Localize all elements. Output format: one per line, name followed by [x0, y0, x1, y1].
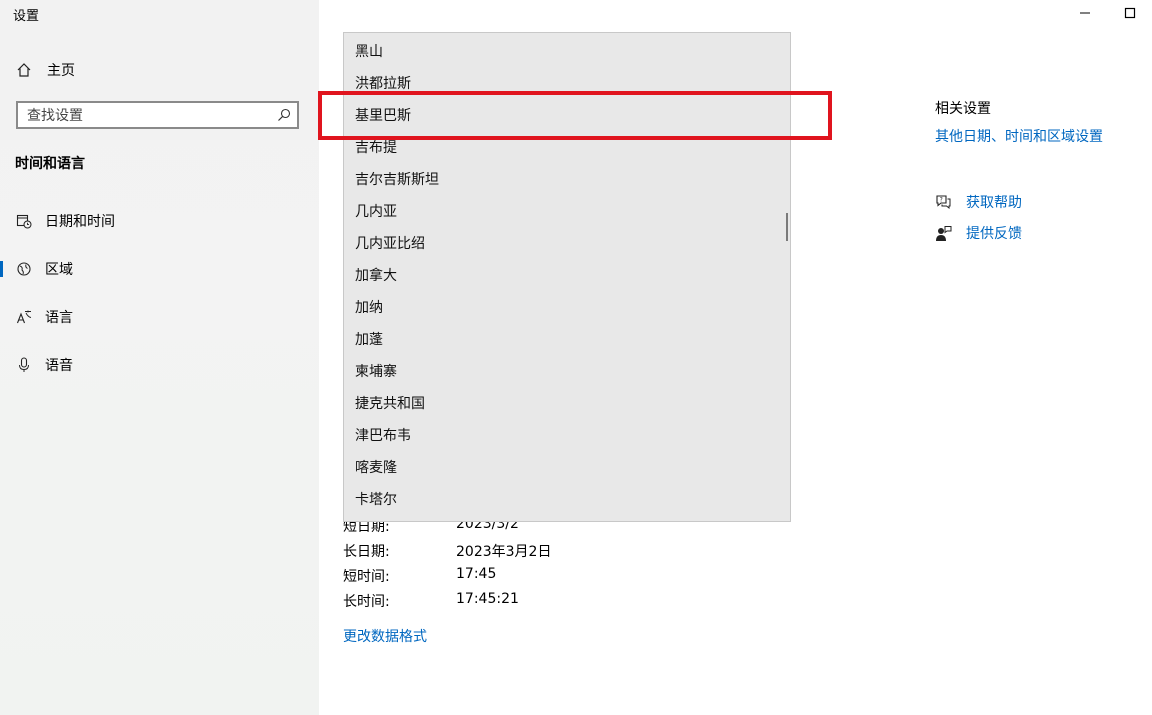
- dropdown-option[interactable]: 加纳: [355, 292, 383, 324]
- long-time-value: 17:45:21: [456, 591, 519, 607]
- feedback-person-icon: [936, 225, 952, 241]
- minimize-icon: [1080, 12, 1090, 14]
- dropdown-option[interactable]: 吉尔吉斯斯坦: [355, 164, 439, 196]
- microphone-icon: [16, 357, 32, 373]
- search-input[interactable]: 查找设置: [16, 101, 299, 129]
- app-title: 设置: [13, 9, 40, 24]
- sidebar-item-speech[interactable]: 语音: [0, 349, 319, 381]
- long-date-value: 2023年3月2日: [456, 544, 552, 560]
- sidebar-item-label: 区域: [45, 262, 73, 278]
- give-feedback-link[interactable]: 提供反馈: [935, 223, 1022, 243]
- sidebar: 设置 主页 查找设置 时间和语言 日期和时间 区域 语言 语音: [0, 0, 319, 715]
- sidebar-item-label: 语音: [45, 358, 73, 374]
- give-feedback-label: 提供反馈: [966, 226, 1022, 242]
- long-time-label: 长时间:: [343, 594, 390, 610]
- home-icon: [17, 63, 31, 77]
- dropdown-option[interactable]: 加蓬: [355, 324, 383, 356]
- related-settings-title: 相关设置: [935, 101, 991, 117]
- dropdown-option[interactable]: 黑山: [355, 36, 383, 68]
- search-icon: [278, 108, 291, 121]
- short-time-value: 17:45: [456, 566, 497, 582]
- dropdown-option[interactable]: 几内亚: [355, 196, 397, 228]
- dropdown-option[interactable]: 加拿大: [355, 260, 397, 292]
- section-title: 时间和语言: [15, 156, 85, 172]
- short-time-label: 短时间:: [343, 569, 390, 585]
- sidebar-item-region[interactable]: 区域: [0, 253, 319, 285]
- minimize-button[interactable]: [1076, 4, 1094, 22]
- dropdown-option[interactable]: 柬埔寨: [355, 356, 397, 388]
- home-nav-item[interactable]: 主页: [16, 59, 75, 81]
- long-date-label: 长日期:: [343, 544, 390, 560]
- sidebar-item-date-time[interactable]: 日期和时间: [0, 205, 319, 237]
- home-label: 主页: [47, 63, 75, 79]
- change-format-link[interactable]: 更改数据格式: [343, 626, 427, 646]
- calendar-clock-icon: [16, 213, 32, 229]
- sidebar-item-label: 日期和时间: [45, 214, 115, 230]
- get-help-label: 获取帮助: [966, 195, 1022, 211]
- additional-date-time-region-link[interactable]: 其他日期、时间和区域设置: [935, 126, 1103, 146]
- dropdown-option[interactable]: 捷克共和国: [355, 388, 425, 420]
- dropdown-option[interactable]: 卡塔尔: [355, 484, 397, 516]
- svg-text:?: ?: [940, 196, 943, 203]
- dropdown-scrollbar-thumb[interactable]: [786, 213, 788, 241]
- maximize-icon: [1124, 7, 1136, 19]
- maximize-button[interactable]: [1121, 4, 1139, 22]
- help-chat-icon: ?: [936, 194, 951, 209]
- highlight-box: [318, 91, 832, 140]
- dropdown-option[interactable]: 喀麦隆: [355, 452, 397, 484]
- dropdown-option[interactable]: 津巴布韦: [355, 420, 411, 452]
- globe-icon: [16, 261, 32, 277]
- get-help-link[interactable]: ? 获取帮助: [935, 192, 1022, 212]
- sidebar-item-label: 语言: [45, 310, 73, 326]
- dropdown-option[interactable]: 几内亚比绍: [355, 228, 425, 260]
- sidebar-item-language[interactable]: 语言: [0, 301, 319, 333]
- search-placeholder: 查找设置: [27, 108, 83, 124]
- language-icon: [16, 309, 32, 325]
